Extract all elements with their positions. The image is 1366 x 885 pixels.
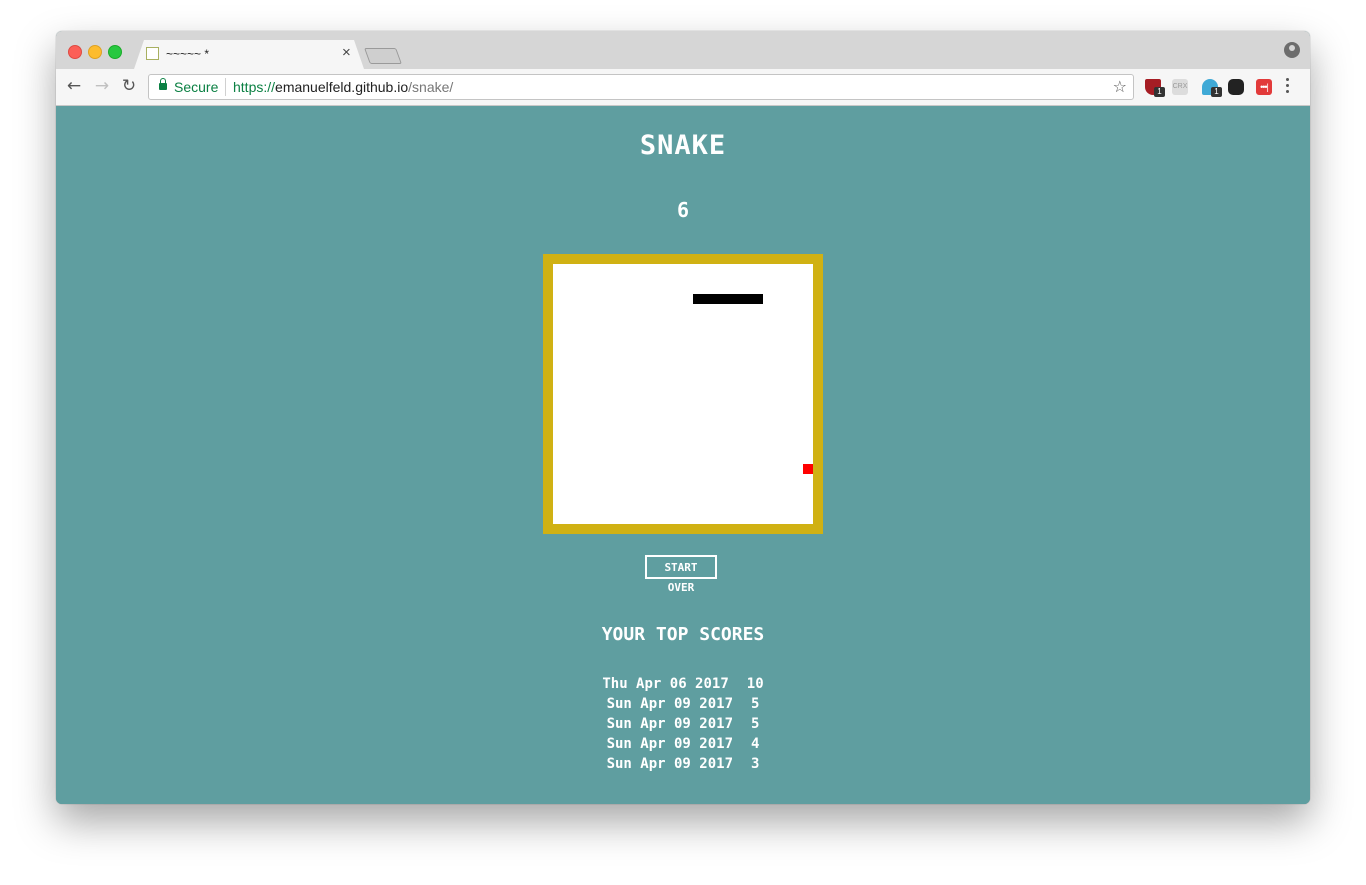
- score-row: Sun Apr 09 2017 3: [56, 754, 1310, 774]
- browser-window: ~~~~~ * × ← → ↻ Secure https://emanuelfe…: [56, 31, 1310, 804]
- game-board[interactable]: [543, 254, 823, 534]
- tab-strip: ~~~~~ * ×: [56, 31, 1310, 69]
- url-path: /snake/: [408, 79, 454, 95]
- score-row: Thu Apr 06 2017 10: [56, 674, 1310, 694]
- extension-shield-icon[interactable]: 1: [1145, 79, 1165, 97]
- new-tab-button[interactable]: [364, 48, 402, 64]
- score-row: Sun Apr 09 2017 5: [56, 694, 1310, 714]
- score-row: Sun Apr 09 2017 5: [56, 714, 1310, 734]
- score-date: Sun Apr 09 2017: [606, 716, 733, 732]
- secure-label: Secure: [174, 79, 219, 95]
- snake-page: SNAKE 6 START OVER YOUR TOP SCORES Thu A…: [56, 106, 1310, 804]
- page-favicon-icon: [146, 47, 159, 60]
- profile-icon[interactable]: [1284, 42, 1300, 58]
- browser-toolbar: ← → ↻ Secure https://emanuelfeld.github.…: [56, 69, 1310, 106]
- extension-crx-icon[interactable]: CRX: [1172, 79, 1188, 95]
- score-date: Sun Apr 09 2017: [606, 756, 733, 772]
- lock-icon: [159, 78, 167, 90]
- extension-lastpass-label: •••|: [1260, 82, 1269, 92]
- score-date: Thu Apr 06 2017: [602, 676, 729, 692]
- extension-ghost-icon[interactable]: 1: [1202, 79, 1222, 97]
- tab-snake[interactable]: ~~~~~ * ×: [134, 40, 364, 69]
- tab-close-icon[interactable]: ×: [342, 44, 351, 61]
- score-value: 3: [751, 756, 760, 772]
- url-text[interactable]: https://emanuelfeld.github.io/snake/: [233, 79, 453, 95]
- game-board-field: [553, 264, 813, 524]
- food-pellet: [803, 464, 813, 474]
- bookmark-star-icon[interactable]: ☆: [1113, 77, 1127, 96]
- score-value: 4: [751, 736, 760, 752]
- address-bar[interactable]: Secure https://emanuelfeld.github.io/sna…: [148, 74, 1134, 100]
- start-over-button[interactable]: START OVER: [645, 555, 717, 594]
- current-score: 6: [676, 198, 690, 222]
- extension-badge: 1: [1211, 87, 1222, 97]
- score-value: 5: [751, 696, 760, 712]
- score-row: Sun Apr 09 2017 4: [56, 734, 1310, 754]
- snake: [693, 294, 763, 304]
- window-minimize-button[interactable]: [88, 45, 102, 59]
- reload-icon[interactable]: ↻: [119, 76, 139, 96]
- score-date: Sun Apr 09 2017: [606, 736, 733, 752]
- omnibox-divider: [225, 78, 226, 96]
- url-scheme: https://: [233, 79, 276, 95]
- top-scores-title: YOUR TOP SCORES: [601, 624, 765, 645]
- forward-arrow-icon[interactable]: →: [92, 76, 112, 96]
- tab-title: ~~~~~ *: [166, 47, 210, 61]
- page-title: SNAKE: [639, 130, 727, 161]
- browser-menu-icon[interactable]: [1286, 78, 1290, 96]
- extension-lastpass-icon[interactable]: •••|: [1256, 79, 1272, 95]
- extension-glasses-icon[interactable]: [1228, 79, 1244, 95]
- score-date: Sun Apr 09 2017: [606, 696, 733, 712]
- score-value: 5: [751, 716, 760, 732]
- back-arrow-icon[interactable]: ←: [64, 76, 84, 96]
- url-host: emanuelfeld.github.io: [275, 79, 409, 95]
- window-close-button[interactable]: [68, 45, 82, 59]
- extension-badge: 1: [1154, 87, 1165, 97]
- window-maximize-button[interactable]: [108, 45, 122, 59]
- score-value: 10: [746, 676, 764, 692]
- top-scores-list: Thu Apr 06 2017 10 Sun Apr 09 2017 5 Sun A…: [56, 674, 1310, 774]
